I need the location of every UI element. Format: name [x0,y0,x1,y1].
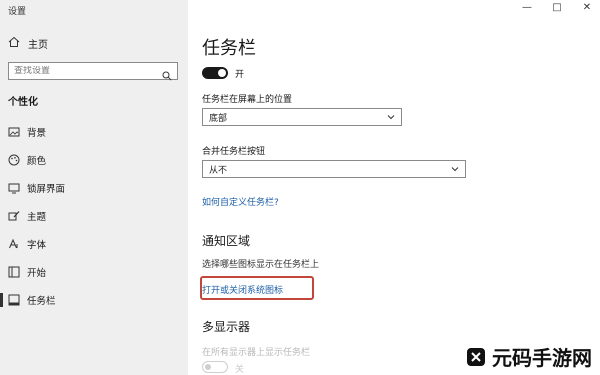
sidebar-item-background[interactable]: 背景 [8,124,46,140]
close-button[interactable]: ✕ [582,2,592,13]
settings-window: 设置 主页 个性化 背景 颜色 [0,0,600,375]
minimize-button[interactable]: — [522,2,532,13]
brush-icon [8,210,20,222]
watermark: 元码手游网 [466,342,592,371]
sidebar-item-label: 任务栏 [27,296,56,307]
search-icon[interactable] [162,66,172,81]
combine-dropdown[interactable]: 从不 [202,160,466,178]
sidebar-item-label: 开始 [27,268,47,279]
taskbar-icon [8,294,20,306]
palette-icon [8,154,20,166]
sidebar-item-taskbar[interactable]: 任务栏 [0,292,56,308]
search-box[interactable] [8,62,178,81]
sidebar-section-label: 个性化 [8,97,38,108]
multi-display-desc: 在所有显示器上显示任务栏 [202,348,311,358]
app-title: 设置 [8,7,27,17]
sidebar-item-themes[interactable]: 主题 [8,208,46,224]
watermark-text: 元码手游网 [492,346,592,370]
image-icon [8,126,20,138]
sidebar-item-label: 颜色 [27,156,47,167]
combine-label: 合并任务栏按钮 [202,147,266,157]
top-toggle-state: 开 [235,70,245,80]
sidebar-home[interactable]: 主页 [8,36,48,51]
toggle-knob [205,363,211,370]
chevron-down-icon [387,113,395,121]
sidebar: 设置 主页 个性化 背景 颜色 [0,0,188,375]
position-label: 任务栏在屏幕上的位置 [202,95,293,105]
system-icons-link[interactable]: 打开或关闭系统图标 [202,283,283,296]
notification-desc: 选择哪些图标显示在任务栏上 [202,260,320,270]
search-input[interactable] [14,66,154,76]
sidebar-item-label: 锁屏界面 [27,184,66,195]
sidebar-item-start[interactable]: 开始 [8,264,46,280]
notification-heading: 通知区域 [202,234,251,248]
lock-screen-icon [8,182,20,194]
customize-taskbar-link[interactable]: 如何自定义任务栏? [202,195,279,208]
watermark-logo-icon [466,347,486,367]
sidebar-item-lock-screen[interactable]: 锁屏界面 [8,180,65,196]
home-label: 主页 [28,39,48,51]
toggle-knob [218,69,226,77]
sidebar-item-fonts[interactable]: 字体 [8,236,46,252]
combine-value: 从不 [209,165,228,176]
sidebar-item-label: 字体 [27,240,47,251]
position-dropdown[interactable]: 底部 [202,108,402,126]
window-controls: — □ ✕ [522,2,592,13]
font-icon [8,238,20,250]
multi-display-toggle-state: 关 [235,365,245,375]
main-content: — □ ✕ 任务栏 开 任务栏在屏幕上的位置 底部 合并任务栏按钮 从不 如何自… [188,0,600,375]
start-menu-icon [8,266,20,278]
sidebar-item-colors[interactable]: 颜色 [8,152,46,168]
sidebar-item-label: 主题 [27,212,47,223]
maximize-button[interactable]: □ [552,2,562,13]
home-icon [8,36,22,50]
multi-display-toggle[interactable] [202,361,228,373]
chevron-down-icon [451,165,459,173]
position-value: 底部 [209,113,228,124]
multi-display-heading: 多显示器 [202,320,251,334]
page-title: 任务栏 [202,38,256,59]
top-toggle-switch[interactable] [202,67,228,79]
sidebar-item-label: 背景 [27,128,47,139]
